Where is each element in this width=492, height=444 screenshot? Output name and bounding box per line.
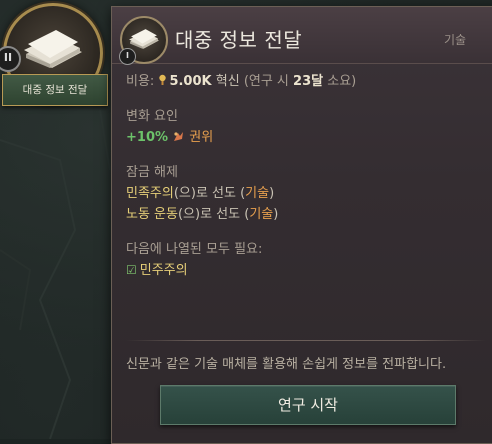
tooltip-era-badge: I: [119, 48, 136, 65]
cost-months: 23달: [293, 74, 324, 89]
divider: [126, 340, 486, 341]
unlock-type[interactable]: 기술: [249, 207, 273, 222]
tech-tooltip: I 대중 정보 전달 기술 비용: 5.00K 혁신 (연구 시 23달 소요)…: [111, 6, 492, 444]
modifier-value: +10%: [126, 130, 169, 145]
modifier-line: +10% 권위: [126, 127, 492, 148]
requirement-name[interactable]: 민주주의: [140, 263, 188, 278]
tooltip-body: 비용: 5.00K 혁신 (연구 시 23달 소요) 변화 요인 +10% 권위…: [126, 71, 492, 281]
cost-line: 비용: 5.00K 혁신 (연구 시 23달 소요): [126, 71, 492, 92]
unlock-type[interactable]: 기술: [245, 186, 269, 201]
tooltip-title: 대중 정보 전달: [175, 28, 303, 52]
tooltip-category: 기술: [444, 33, 467, 47]
tooltip-header: I 대중 정보 전달 기술: [112, 7, 492, 65]
modifiers-heading: 변화 요인: [126, 109, 178, 124]
innovation-icon: [159, 74, 167, 85]
authority-icon: [174, 132, 184, 141]
unlock-item: 민족주의(으)로 선도 (기술): [126, 183, 492, 204]
requirements-heading: 다음에 나열된 모두 필요:: [126, 242, 263, 257]
check-icon: ☑: [126, 263, 137, 277]
start-research-button[interactable]: 연구 시작: [160, 385, 456, 425]
cost-research-prefix: (연구 시: [243, 74, 289, 89]
cost-unit: 혁신: [215, 74, 240, 89]
unlock-connector: (으)로 선도 (: [177, 207, 250, 222]
unlock-connector: (으)로 선도 (: [173, 186, 246, 201]
unlock-name[interactable]: 민족주의: [126, 186, 174, 201]
unlock-name[interactable]: 노동 운동: [126, 207, 178, 222]
cost-prefix: 비용:: [126, 74, 155, 89]
unlock-item: 노동 운동(으)로 선도 (기술): [126, 204, 492, 225]
cost-research-suffix: 소요): [327, 74, 357, 89]
modifier-name[interactable]: 권위: [189, 130, 213, 145]
tooltip-tech-icon: I: [119, 16, 168, 65]
unlock-end: ): [273, 207, 279, 222]
requirement-item: ☑ 민주주의: [126, 260, 492, 281]
unlock-end: ): [269, 186, 275, 201]
tech-description: 신문과 같은 기술 매체를 활용해 손쉽게 정보를 전파합니다.: [126, 357, 447, 372]
unlocks-heading: 잠금 해제: [126, 165, 178, 180]
tech-node-label[interactable]: 대중 정보 전달: [2, 74, 108, 106]
cost-amount: 5.00K: [169, 74, 212, 89]
